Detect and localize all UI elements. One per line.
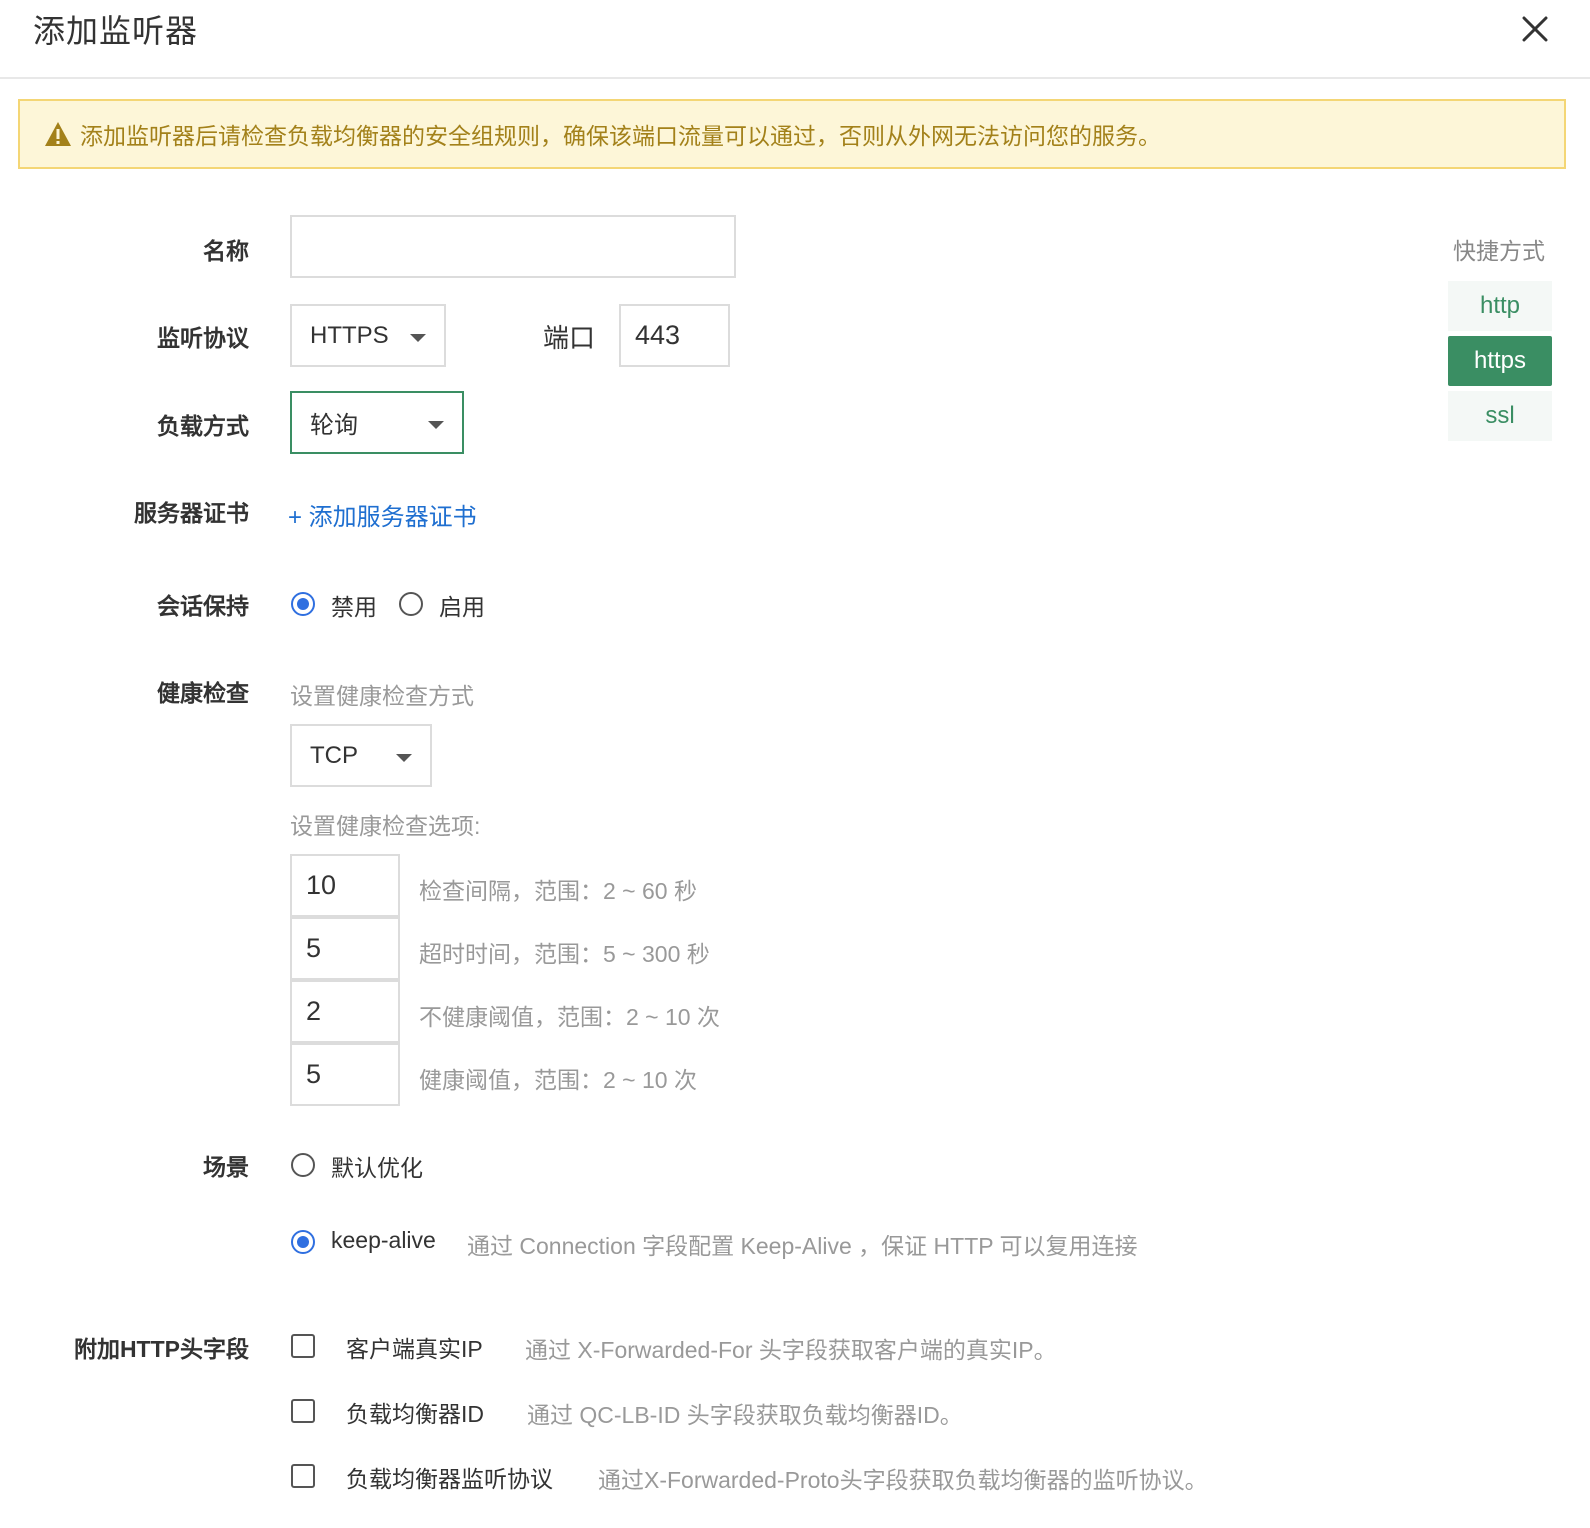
name-input[interactable] [290,215,736,278]
port-label: 端口 [543,323,596,353]
header-desc-lb-proto: 通过X-Forwarded-Proto头字段获取负载均衡器的监听协议。 [598,1467,1208,1493]
interval-desc: 检查间隔，范围：2 ~ 60 秒 [419,878,697,904]
scene-keepalive-desc: 通过 Connection 字段配置 Keep-Alive ，保证 HTTP 可… [467,1233,1138,1259]
warning-alert: 添加监听器后请检查负载均衡器的安全组规则，确保该端口流量可以通过，否则从外网无法… [18,99,1566,169]
healthy-threshold-desc: 健康阈值，范围：2 ~ 10 次 [419,1067,697,1093]
certificate-label: 服务器证书 [134,500,249,526]
header-checkbox-lb-proto[interactable] [291,1464,315,1488]
healthy-threshold-input[interactable]: 5 [290,1043,400,1106]
port-input[interactable]: 443 [619,304,730,367]
balance-value: 轮询 [310,412,358,439]
health-method-hint: 设置健康检查方式 [290,683,474,709]
warning-icon [45,122,71,146]
session-radio-enable[interactable] [399,592,423,616]
protocol-select[interactable]: HTTPS [290,304,446,367]
protocol-label: 监听协议 [157,325,249,351]
header-desc-client-ip: 通过 X-Forwarded-For 头字段获取客户端的真实IP。 [525,1337,1057,1363]
header-item-lb-proto: 负载均衡器监听协议 [346,1466,553,1492]
balance-label: 负载方式 [157,413,249,439]
chevron-down-icon [428,421,444,429]
health-method-select[interactable]: TCP [290,724,432,787]
shortcut-http[interactable]: http [1448,281,1552,331]
shortcut-ssl[interactable]: ssl [1448,391,1552,441]
scene-radio-default[interactable] [291,1153,315,1177]
close-icon [1522,16,1548,42]
chevron-down-icon [396,754,412,762]
timeout-input[interactable]: 5 [290,917,400,980]
dialog-title: 添加监听器 [33,13,199,49]
scene-radio-keepalive[interactable] [291,1230,315,1254]
unhealthy-threshold-input[interactable]: 2 [290,980,400,1043]
shortcut-https[interactable]: https [1448,336,1552,386]
add-certificate-link[interactable]: + 添加服务器证书 [288,497,477,532]
timeout-desc: 超时时间，范围：5 ~ 300 秒 [419,941,710,967]
health-label: 健康检查 [157,680,249,706]
header-divider [0,77,1590,79]
health-options-hint: 设置健康检查选项: [290,813,481,839]
shortcuts-title: 快捷方式 [1453,238,1545,264]
alert-text: 添加监听器后请检查负载均衡器的安全组规则，确保该端口流量可以通过，否则从外网无法… [80,123,1161,149]
headers-label: 附加HTTP头字段 [73,1336,249,1362]
header-checkbox-client-ip[interactable] [291,1334,315,1358]
health-method-value: TCP [310,741,358,769]
unhealthy-threshold-desc: 不健康阈值，范围：2 ~ 10 次 [419,1004,720,1030]
scene-option-default: 默认优化 [331,1155,423,1181]
session-radio-disable[interactable] [291,592,315,616]
scene-option-keepalive: keep-alive [331,1227,436,1253]
header-desc-lb-id: 通过 QC-LB-ID 头字段获取负载均衡器ID。 [527,1402,963,1428]
header-item-lb-id: 负载均衡器ID [346,1401,484,1427]
close-button[interactable] [1518,12,1552,46]
interval-input[interactable]: 10 [290,854,400,917]
session-option-disable: 禁用 [331,594,377,620]
balance-select[interactable]: 轮询 [290,391,464,454]
header-item-client-ip: 客户端真实IP [346,1336,483,1362]
header-checkbox-lb-id[interactable] [291,1399,315,1423]
session-option-enable: 启用 [439,594,485,620]
scene-label: 场景 [203,1154,249,1180]
chevron-down-icon [410,334,426,342]
protocol-value: HTTPS [310,321,389,349]
name-label: 名称 [203,238,249,264]
session-label: 会话保持 [157,593,249,619]
